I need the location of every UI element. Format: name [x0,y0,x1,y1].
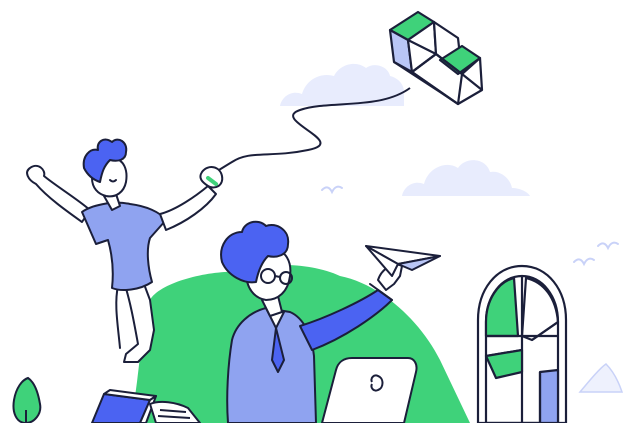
bird-icon [321,185,343,195]
bird-icon [573,241,619,267]
illustration-scene [0,0,624,423]
tree-icon [12,376,42,423]
paper-plane-icon [365,245,441,277]
cloud-icon [578,363,624,393]
laptop-icon [321,357,418,423]
illustration-canvas [12,10,624,423]
cloud-icon [402,160,530,196]
arched-window-icon [476,264,568,423]
